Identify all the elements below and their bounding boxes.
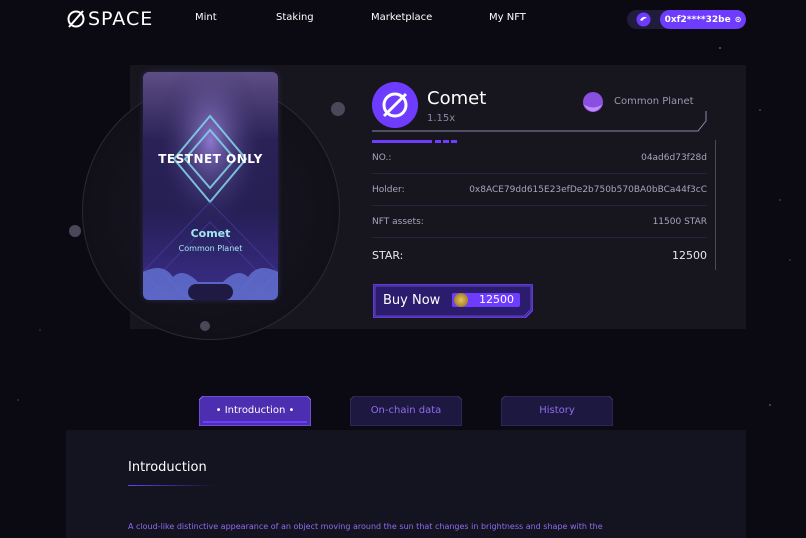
wallet-address[interactable]: 0xf2****32be ⊙ bbox=[660, 10, 746, 29]
tab-on-chain-data-label: On-chain data bbox=[370, 405, 442, 416]
buy-price-amount: 12500 bbox=[479, 293, 514, 306]
card-planet-type: Common Planet bbox=[178, 244, 243, 253]
nav-link-staking[interactable]: Staking bbox=[276, 12, 314, 23]
introduction-text: A cloud-like distinctive appearance of a… bbox=[128, 522, 603, 531]
detail-row-nft-assets: NFT assets: 11500 STAR bbox=[372, 207, 707, 238]
copy-icon[interactable]: ⊙ bbox=[735, 15, 742, 24]
logo[interactable]: SPACE bbox=[66, 8, 153, 30]
star-coin-icon bbox=[454, 293, 468, 307]
detail-side-line bbox=[715, 140, 716, 270]
nav-link-mint[interactable]: Mint bbox=[195, 12, 217, 23]
orbit-planet-dot bbox=[331, 102, 345, 116]
tab-history-label: History bbox=[539, 405, 575, 416]
planet-type-label: Common Planet bbox=[614, 96, 694, 107]
testnet-badge: TESTNET ONLY bbox=[158, 152, 263, 166]
detail-row-star: STAR: 12500 bbox=[372, 240, 707, 270]
row-label: Holder: bbox=[372, 185, 405, 195]
empty-set-logo-icon bbox=[67, 10, 85, 28]
tab-introduction-label: • Introduction • bbox=[215, 405, 295, 416]
row-value: 04ad6d73f28d bbox=[641, 153, 707, 163]
row-label: NFT assets: bbox=[372, 217, 424, 227]
nav-link-marketplace[interactable]: Marketplace bbox=[371, 12, 432, 23]
detail-row-holder: Holder: 0x8ACE79dd615E23efDe2b750b570BA0… bbox=[372, 175, 707, 206]
top-nav-bar: SPACE Mint Staking Marketplace My NFT 0x… bbox=[0, 0, 806, 38]
introduction-title: Introduction bbox=[128, 460, 207, 475]
introduction-underline bbox=[128, 485, 216, 486]
orbit-planet-dot bbox=[200, 321, 210, 331]
logo-text: SPACE bbox=[88, 8, 154, 30]
nft-card[interactable]: TESTNET ONLY Comet Common Planet bbox=[143, 72, 278, 300]
row-value: 11500 STAR bbox=[652, 217, 707, 227]
card-nft-name: Comet bbox=[190, 227, 231, 240]
row-value: 12500 bbox=[672, 248, 707, 262]
header-divider bbox=[372, 111, 707, 132]
wallet-logo-icon bbox=[636, 12, 651, 27]
card-artwork bbox=[143, 72, 278, 300]
buy-now-label: Buy Now bbox=[383, 293, 441, 308]
nav-link-my-nft[interactable]: My NFT bbox=[489, 12, 526, 23]
holder-address[interactable]: 0x8ACE79dd615E23efDe2b750b570BA0bBCa44f3… bbox=[469, 185, 707, 195]
nft-name: Comet bbox=[427, 88, 487, 109]
wallet-address-text: 0xf2****32be bbox=[664, 14, 731, 25]
row-label: STAR: bbox=[372, 248, 404, 262]
detail-row-number: NO.: 04ad6d73f28d bbox=[372, 143, 707, 174]
wallet-button[interactable]: 0xf2****32be ⊙ bbox=[627, 10, 746, 29]
row-label: NO.: bbox=[372, 153, 392, 163]
orbit-planet-dot bbox=[69, 225, 81, 237]
